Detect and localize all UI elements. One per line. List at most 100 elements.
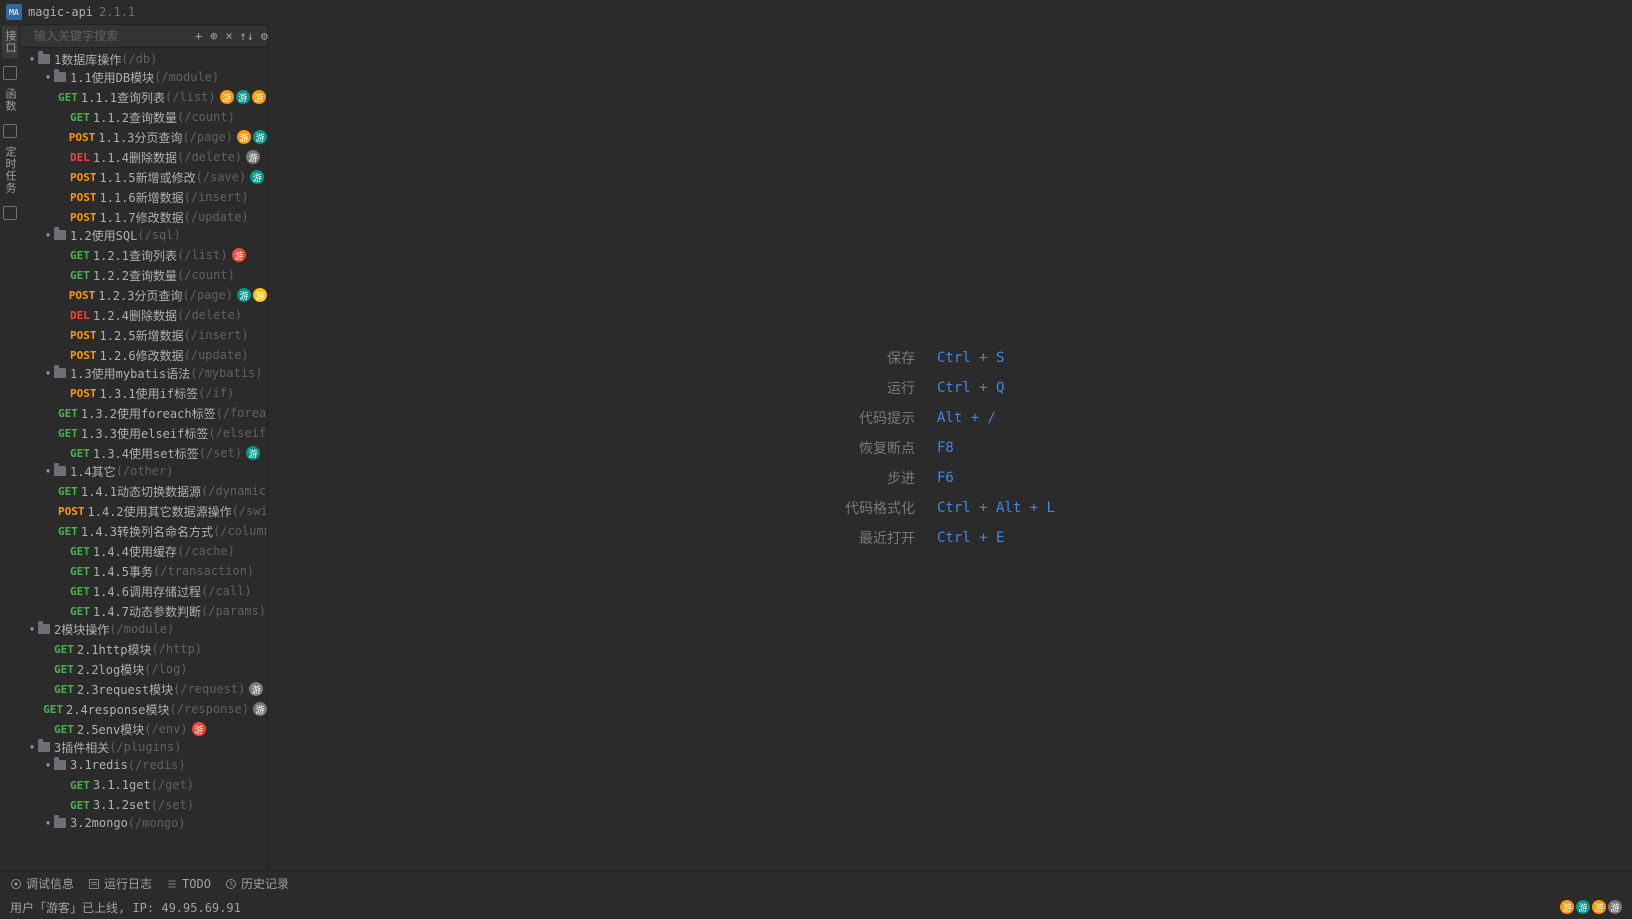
tree-api-item[interactable]: GET1.3.4使用set标签(/set)游	[20, 444, 267, 462]
bottom-tab-history[interactable]: 历史记录	[225, 875, 289, 892]
avatar[interactable]: 游	[1608, 900, 1622, 914]
http-method-badge: POST	[70, 329, 97, 342]
tree-folder[interactable]: ▾1.2使用SQL(/sql)	[20, 226, 267, 244]
app-version: 2.1.1	[99, 5, 135, 19]
rail-tab-func[interactable]: 函数	[2, 84, 18, 116]
rail-icon-1[interactable]	[3, 66, 17, 80]
settings-icon[interactable]: ⚙	[261, 29, 268, 43]
add-icon[interactable]: +	[195, 29, 202, 43]
tree-folder[interactable]: ▾1数据库操作(/db)	[20, 50, 267, 68]
tree-api-item[interactable]: POST1.2.3分页查询(/page)游游	[20, 286, 267, 304]
tree-api-item[interactable]: GET2.4response模块(/response)游	[20, 700, 267, 718]
node-path: (/call)	[201, 584, 252, 598]
bottom-tab-label: TODO	[182, 877, 211, 891]
tree-api-item[interactable]: GET2.3request模块(/request)游	[20, 680, 267, 698]
chevron-down-icon[interactable]: ▾	[26, 624, 38, 635]
tree-api-item[interactable]: GET2.1http模块(/http)	[20, 640, 267, 658]
tree-api-item[interactable]: GET1.1.2查询数量(/count)	[20, 108, 267, 126]
node-path: (/module)	[109, 622, 174, 636]
http-method-badge: POST	[69, 131, 96, 144]
tree-folder[interactable]: ▾1.1使用DB模块(/module)	[20, 68, 267, 86]
tree-api-item[interactable]: DEL1.2.4删除数据(/delete)	[20, 306, 267, 324]
tree-api-item[interactable]: DEL1.1.4删除数据(/delete)游	[20, 148, 267, 166]
chevron-down-icon[interactable]: ▾	[42, 72, 54, 83]
search-input[interactable]	[34, 29, 187, 43]
tree-api-item[interactable]: GET1.3.2使用foreach标签(/foreach	[20, 404, 267, 422]
tree-api-item[interactable]: GET3.1.1get(/get)	[20, 776, 267, 794]
http-method-badge: POST	[70, 191, 97, 204]
statusbar: 用户「游客」已上线, IP: 49.95.69.91 游游游游	[0, 895, 1632, 919]
tree-api-item[interactable]: POST1.1.3分页查询(/page)游游	[20, 128, 267, 146]
tree-api-item[interactable]: POST1.3.1使用if标签(/if)	[20, 384, 267, 402]
shortcut-key: Ctrl + Q	[927, 374, 1065, 402]
sort-icon[interactable]: ↑↓	[241, 29, 253, 43]
chevron-down-icon[interactable]: ▾	[42, 368, 54, 379]
shortcut-key: Ctrl + E	[927, 524, 1065, 552]
http-method-badge: POST	[70, 211, 97, 224]
tree-api-item[interactable]: GET1.4.1动态切换数据源(/dynamic)	[20, 482, 267, 500]
node-path: (/request)	[173, 682, 245, 696]
user-badge: 游	[237, 288, 251, 302]
node-name: 1.4.3转换列名命名方式	[81, 523, 213, 540]
node-path: (/insert)	[184, 328, 249, 342]
tree-api-item[interactable]: POST1.1.5新增或修改(/save)游	[20, 168, 267, 186]
node-name: 1.1.5新增或修改	[100, 169, 196, 186]
tree-folder[interactable]: ▾1.4其它(/other)	[20, 462, 267, 480]
tree-api-item[interactable]: GET1.3.3使用elseif标签(/elseif)	[20, 424, 267, 442]
rail-tab-api[interactable]: 接口	[2, 26, 18, 58]
tree-api-item[interactable]: POST1.1.6新增数据(/insert)	[20, 188, 267, 206]
locate-icon[interactable]: ⊕	[210, 29, 217, 43]
http-method-badge: POST	[70, 171, 97, 184]
bottom-tab-todo[interactable]: TODO	[166, 877, 211, 891]
tree-api-item[interactable]: POST1.1.7修改数据(/update)	[20, 208, 267, 226]
rail-icon-3[interactable]	[3, 206, 17, 220]
node-path: (/update)	[184, 210, 249, 224]
tree-folder[interactable]: ▾1.3使用mybatis语法(/mybatis)	[20, 364, 267, 382]
http-method-badge: POST	[69, 289, 96, 302]
tree-api-item[interactable]: GET2.5env模块(/env)游	[20, 720, 267, 738]
tree-api-item[interactable]: GET1.4.5事务(/transaction)	[20, 562, 267, 580]
http-method-badge: DEL	[70, 151, 90, 164]
titlebar: MA magic-api 2.1.1	[0, 0, 1632, 24]
node-name: 1.3.4使用set标签	[93, 445, 199, 462]
node-name: 2.5env模块	[77, 721, 144, 738]
avatar[interactable]: 游	[1592, 900, 1606, 914]
rail-icon-2[interactable]	[3, 124, 17, 138]
close-icon[interactable]: ×	[225, 29, 232, 43]
node-path: (/env)	[144, 722, 187, 736]
tree-api-item[interactable]: GET1.2.1查询列表(/list)游	[20, 246, 267, 264]
tree-api-item[interactable]: GET1.4.4使用缓存(/cache)	[20, 542, 267, 560]
tree-folder[interactable]: ▾3.1redis(/redis)	[20, 756, 267, 774]
tree-api-item[interactable]: GET1.1.1查询列表(/list)游游游游	[20, 88, 267, 106]
tree-api-item[interactable]: GET2.2log模块(/log)	[20, 660, 267, 678]
chevron-down-icon[interactable]: ▾	[26, 54, 38, 65]
tree-api-item[interactable]: GET1.4.6调用存储过程(/call)	[20, 582, 267, 600]
http-method-badge: POST	[70, 349, 97, 362]
tree-api-item[interactable]: GET3.1.2set(/set)	[20, 796, 267, 814]
tree-folder[interactable]: ▾2模块操作(/module)	[20, 620, 267, 638]
bottom-tab-log[interactable]: 运行日志	[88, 875, 152, 892]
tree-folder[interactable]: ▾3插件相关(/plugins)	[20, 738, 267, 756]
tree-api-item[interactable]: GET1.2.2查询数量(/count)	[20, 266, 267, 284]
chevron-down-icon[interactable]: ▾	[26, 742, 38, 753]
tree-api-item[interactable]: GET1.4.3转换列名命名方式(/column)	[20, 522, 267, 540]
tree-api-item[interactable]: POST1.4.2使用其它数据源操作(/swit	[20, 502, 267, 520]
tree-folder[interactable]: ▾3.2mongo(/mongo)	[20, 814, 267, 832]
node-path: (/http)	[151, 642, 202, 656]
chevron-down-icon[interactable]: ▾	[42, 230, 54, 241]
rail-tab-cron[interactable]: 定时任务	[2, 142, 18, 198]
bottom-tab-debug[interactable]: 调试信息	[10, 875, 74, 892]
tree-api-item[interactable]: POST1.2.5新增数据(/insert)	[20, 326, 267, 344]
chevron-down-icon[interactable]: ▾	[42, 466, 54, 477]
node-path: (/column)	[213, 524, 267, 538]
node-name: 1.2.6修改数据	[100, 347, 184, 364]
node-path: (/cache)	[177, 544, 235, 558]
node-path: (/params)	[201, 604, 266, 618]
tree-api-item[interactable]: POST1.2.6修改数据(/update)	[20, 346, 267, 364]
tree-api-item[interactable]: GET1.4.7动态参数判断(/params)	[20, 602, 267, 620]
chevron-down-icon[interactable]: ▾	[42, 818, 54, 829]
avatar[interactable]: 游	[1576, 900, 1590, 914]
user-badge: 游	[253, 702, 267, 716]
avatar[interactable]: 游	[1560, 900, 1574, 914]
chevron-down-icon[interactable]: ▾	[42, 760, 54, 771]
